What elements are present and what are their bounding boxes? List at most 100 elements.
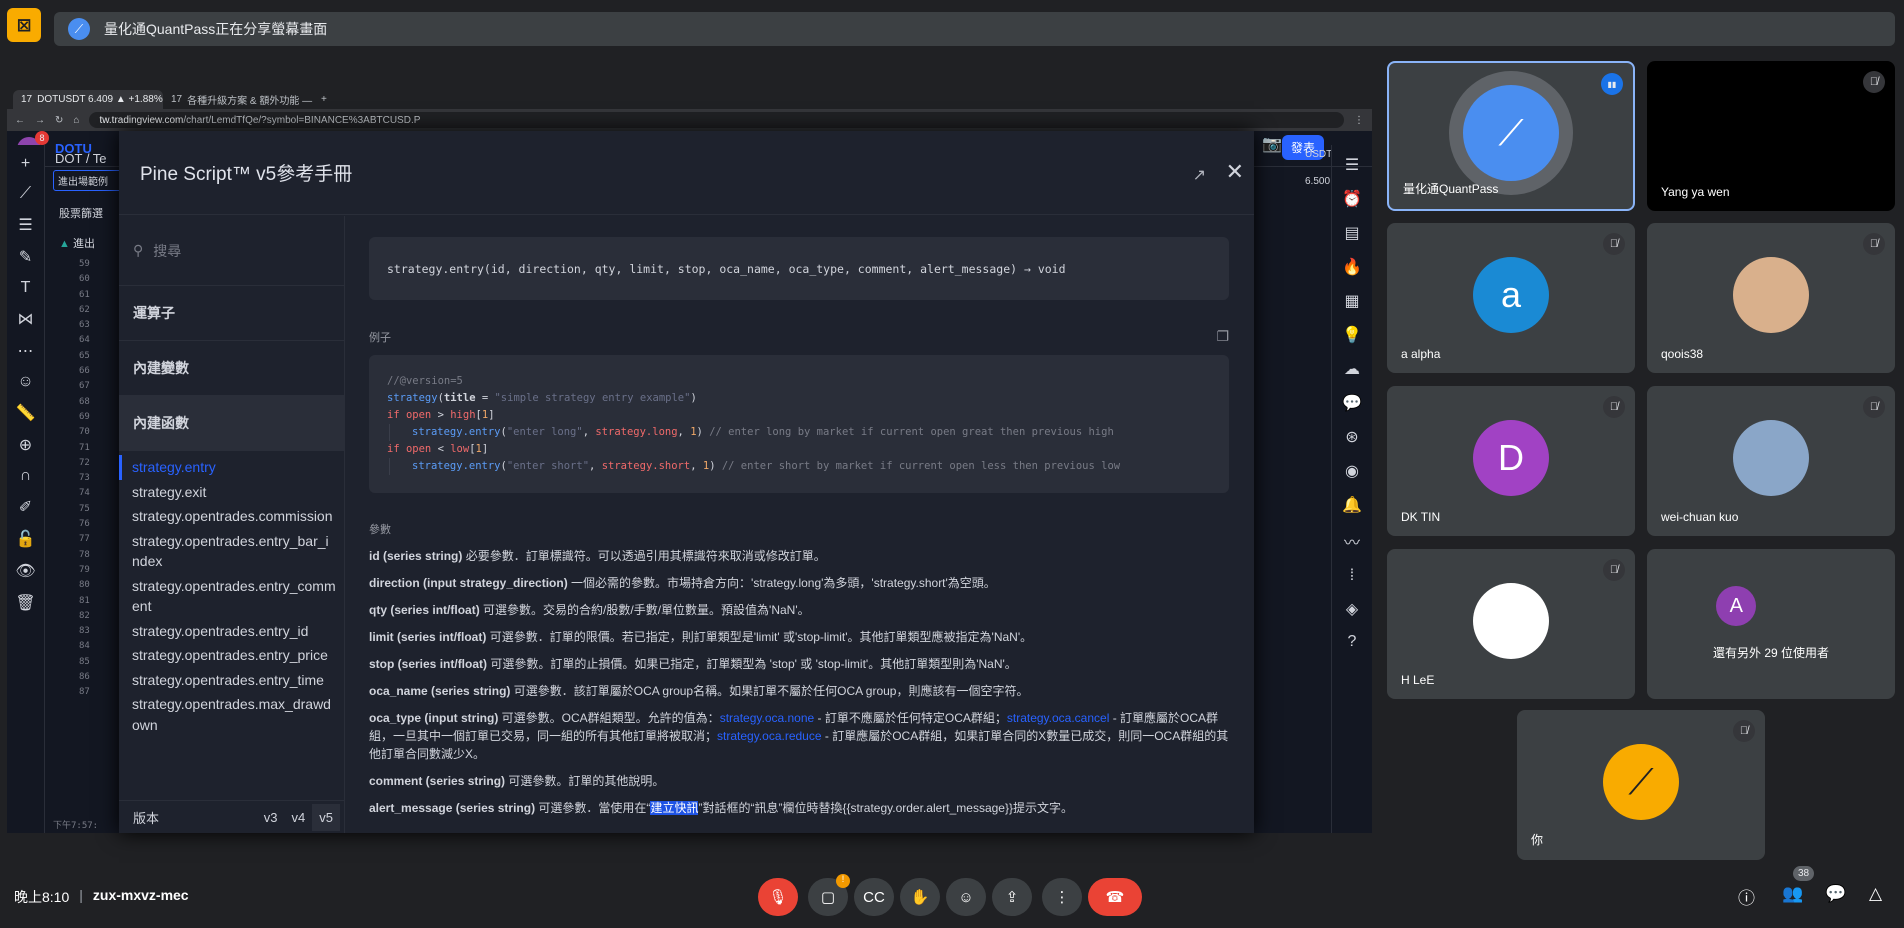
dialog-header: Pine Script™ v5參考手冊 ↗ ✕ <box>119 131 1254 215</box>
lock-icon[interactable]: 🔓 <box>16 529 36 549</box>
browser-tab[interactable]: 17各種升級方案 & 額外功能 — TraX <box>163 90 313 109</box>
participant-tile[interactable]: Yang ya wen 🎙̸ <box>1647 61 1895 211</box>
ideas-icon[interactable]: 💡 <box>1342 325 1362 345</box>
participant-tile[interactable]: ⟋ 量化通QuantPass ▮▮ <box>1387 61 1635 211</box>
participant-tile[interactable]: a a alpha 🎙̸ <box>1387 223 1635 373</box>
copy-icon[interactable]: ❐ <box>1216 328 1229 345</box>
data-window-icon[interactable]: ▤ <box>1344 223 1359 243</box>
param-name: qty (series int/float) <box>369 603 480 617</box>
streams-icon[interactable]: ☁ <box>1344 359 1360 379</box>
present-off-icon[interactable]: ⊠ <box>7 8 41 42</box>
magnet-icon[interactable]: ∩ <box>20 467 32 485</box>
brush-icon[interactable]: ✎ <box>19 247 32 267</box>
function-item[interactable]: strategy.exit <box>119 480 344 505</box>
function-item[interactable]: strategy.opentrades.entry_price <box>119 643 344 668</box>
help-icon[interactable]: ? <box>1348 633 1357 651</box>
crosshair-icon[interactable]: + <box>21 155 30 173</box>
param-value-link[interactable]: strategy.oca.none <box>720 711 815 725</box>
mic-off-button[interactable]: 🎙 <box>758 878 798 916</box>
pattern-icon[interactable]: ⋈ <box>18 309 34 329</box>
eye-icon[interactable]: 👁 <box>15 561 35 581</box>
code-line: strategy(title = "simple strategy entry … <box>387 390 1211 407</box>
function-item[interactable]: strategy.opentrades.entry_bar_index <box>119 529 344 574</box>
present-button[interactable]: ⇪ <box>992 878 1032 916</box>
nav-section-operators[interactable]: 運算子 <box>119 286 344 341</box>
param-value-link[interactable]: strategy.oca.cancel <box>1007 711 1110 725</box>
home-icon[interactable]: ⌂ <box>73 115 79 126</box>
function-item[interactable]: strategy.entry <box>119 455 344 480</box>
dom-icon[interactable]: ⁞ <box>1350 567 1354 585</box>
participant-tile[interactable]: wei-chuan kuo 🎙̸ <box>1647 386 1895 536</box>
version-v3[interactable]: v3 <box>257 804 285 831</box>
more-options-button[interactable]: ⋮ <box>1042 878 1082 916</box>
code-token: ] <box>481 443 489 455</box>
raise-hand-button[interactable]: ✋ <box>900 878 940 916</box>
participant-tile[interactable]: A 還有另外 29 位使用者 <box>1647 549 1895 699</box>
close-icon[interactable]: ✕ <box>1226 159 1244 185</box>
chat-icon[interactable]: 💬 <box>1342 393 1362 413</box>
emoji-icon[interactable]: ☺ <box>17 373 33 391</box>
new-tab-button[interactable]: + <box>313 90 337 109</box>
version-v5[interactable]: v5 <box>312 803 340 831</box>
alarm-icon[interactable]: ⏰ <box>1342 189 1362 209</box>
forecast-icon[interactable]: ⋯ <box>18 341 34 361</box>
reference-content: strategy.entry(id, direction, qty, limit… <box>369 216 1229 833</box>
currency-select[interactable]: USDT <box>1305 149 1332 160</box>
info-icon[interactable]: ⓘ <box>1738 884 1755 909</box>
captions-button[interactable]: CC <box>854 878 894 916</box>
people-icon[interactable]: 👥 <box>1782 884 1803 904</box>
param-value-link[interactable]: strategy.oca.reduce <box>717 729 822 743</box>
version-v4[interactable]: v4 <box>285 804 313 831</box>
chat-icon[interactable]: 💬 <box>1825 884 1846 904</box>
participant-tile[interactable]: H LeE 🎙̸ <box>1387 549 1635 699</box>
url-input[interactable]: tw.tradingview.com/chart/LemdTfQe/?symbo… <box>89 112 1344 128</box>
code-token: , <box>582 426 596 438</box>
activities-icon[interactable]: △ <box>1869 884 1882 904</box>
function-item[interactable]: strategy.opentrades.entry_time <box>119 668 344 693</box>
indicator-legend[interactable]: 進出場範例 <box>53 170 125 191</box>
notifications-icon[interactable]: 🔔 <box>1342 495 1362 515</box>
participant-tile[interactable]: qoois38 🎙̸ <box>1647 223 1895 373</box>
function-item[interactable]: strategy.opentrades.commission <box>119 504 344 529</box>
reload-icon[interactable]: ↻ <box>55 115 63 126</box>
function-item[interactable]: strategy.opentrades.entry_id <box>119 619 344 644</box>
zoom-in-icon[interactable]: ⊕ <box>19 435 32 455</box>
trash-icon[interactable]: 🗑 <box>15 593 35 613</box>
camera-button[interactable]: ▢! <box>808 874 850 916</box>
code-token: strategy.entry <box>412 426 501 438</box>
trendline-icon[interactable]: ⟋ <box>20 185 31 203</box>
calendar-icon[interactable]: ▦ <box>1344 291 1359 311</box>
function-item[interactable]: strategy.opentrades.entry_comment <box>119 574 344 619</box>
extensions-icon[interactable]: ⋮ <box>1354 115 1364 126</box>
strategy-label: ▲ 進出 <box>59 238 95 250</box>
line-number: 80 <box>79 580 90 591</box>
trading-panel-icon[interactable]: 〰 <box>1344 529 1360 553</box>
avatar: A <box>1716 586 1757 626</box>
hotlist-icon[interactable]: 🔥 <box>1342 257 1362 277</box>
search-input[interactable]: ⚲ 搜尋 <box>119 216 344 286</box>
tradingview-icon: 17 <box>21 94 33 105</box>
broadcast-icon[interactable]: ◉ <box>1345 461 1359 481</box>
layers-icon[interactable]: ◈ <box>1346 599 1358 619</box>
nav-section-variables[interactable]: 內建變數 <box>119 341 344 396</box>
screener-tab[interactable]: 股票篩選 <box>49 191 129 229</box>
avatar: a <box>1473 257 1549 333</box>
browser-tab[interactable]: 17DOTUSDT 6.409 ▲ +1.88% 03/X <box>13 90 163 109</box>
param-item: qty (series int/float) 可選參數。交易的合約/股數/手數/… <box>369 601 1229 619</box>
participant-tile[interactable]: D DK TIN 🎙̸ <box>1387 386 1635 536</box>
text-icon[interactable]: T <box>21 279 31 297</box>
external-link-icon[interactable]: ↗ <box>1193 165 1206 185</box>
fib-icon[interactable]: ☰ <box>18 215 32 235</box>
participant-tile[interactable]: ⟋ 你 🎙̸ <box>1517 710 1765 860</box>
emoji-button[interactable]: ☺ <box>946 878 986 916</box>
hang-up-button[interactable]: ☎ <box>1088 878 1142 916</box>
forward-icon[interactable]: → <box>35 115 45 126</box>
watchlist-icon[interactable]: ☰ <box>1345 155 1359 175</box>
param-desc: 可選參數。訂單的其他說明。 <box>505 774 665 788</box>
lock-drawing-icon[interactable]: ✐ <box>19 497 32 517</box>
function-item[interactable]: strategy.opentrades.max_drawdown <box>119 692 344 737</box>
nav-section-functions[interactable]: 內建函數 <box>119 396 344 451</box>
ideas-stream-icon[interactable]: ⊛ <box>1345 427 1358 447</box>
back-icon[interactable]: ← <box>15 115 25 126</box>
ruler-icon[interactable]: 📏 <box>16 403 36 423</box>
